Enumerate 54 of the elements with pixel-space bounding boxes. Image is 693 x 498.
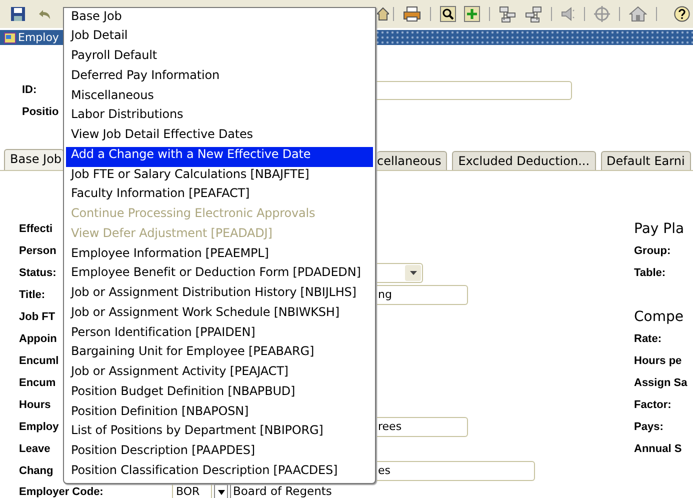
field-label: Assign Sa xyxy=(634,377,688,389)
menu-item[interactable]: Labor Distributions xyxy=(66,107,373,127)
field-label: Employ xyxy=(19,421,59,433)
menu-item[interactable]: Job Detail xyxy=(66,28,373,48)
field-label: Pays: xyxy=(634,421,664,433)
menu-item[interactable]: Job or Assignment Activity [PEAJACT] xyxy=(66,364,373,384)
field-label: Chang xyxy=(19,465,54,477)
field-label: Group: xyxy=(634,245,671,257)
field-label: Effecti xyxy=(19,223,53,235)
menu-item[interactable]: Bargaining Unit for Employee [PEABARG] xyxy=(66,344,373,364)
menu-item[interactable]: Position Definition [NBAPOSN] xyxy=(66,404,373,424)
menu-item[interactable]: Deferred Pay Information xyxy=(66,68,373,88)
field-label: Annual S xyxy=(634,443,682,455)
input-field[interactable]: ng xyxy=(377,285,468,305)
section-heading: Pay Pla xyxy=(634,221,684,237)
section-heading: Compe xyxy=(634,309,684,325)
menu-item[interactable]: Add a Change with a New Effective Date xyxy=(66,146,373,166)
menu-item[interactable]: View Job Detail Effective Dates xyxy=(66,127,373,147)
menu-item[interactable]: Job or Assignment Work Schedule [NBIWKSH] xyxy=(66,304,373,324)
menu-item[interactable]: Position Classification Description [PAACDES] xyxy=(66,462,373,482)
input-field[interactable]: es xyxy=(377,461,535,481)
menu-item[interactable]: Employee Information [PEAEMPL] xyxy=(66,246,373,266)
menu-item[interactable]: Miscellaneous xyxy=(66,88,373,108)
menu-item[interactable]: Job FTE or Salary Calculations [NBAJFTE] xyxy=(66,166,373,186)
field-label: Appoin xyxy=(19,333,57,345)
field-label: Title: xyxy=(19,289,46,301)
field-label: Employer Code: xyxy=(19,486,104,498)
tab[interactable]: Excluded Deduction... xyxy=(452,151,596,170)
tab[interactable]: cellaneous xyxy=(377,151,448,170)
field-label: Job FT xyxy=(19,311,56,323)
field-label: Person xyxy=(19,245,56,257)
field-label: Hours xyxy=(19,399,51,411)
menu-item[interactable]: Employee Benefit or Deduction Form [PDADEDN] xyxy=(66,265,373,285)
field-label: ID: xyxy=(22,84,37,96)
menu-item[interactable]: List of Positions by Department [NBIPORG] xyxy=(66,423,373,443)
field-label: Leave xyxy=(19,443,50,455)
menu-item[interactable]: Job or Assignment Distribution History [NBIJLHS] xyxy=(66,285,373,305)
menu-item[interactable]: Position Budget Definition [NBAPBUD] xyxy=(66,384,373,404)
menu-item[interactable]: Faculty Information [PEAFACT] xyxy=(66,186,373,206)
field-label: Status: xyxy=(19,267,56,279)
field-label: Rate: xyxy=(634,333,662,345)
tab[interactable]: Default Earni xyxy=(600,151,691,170)
menu-item[interactable]: Payroll Default xyxy=(66,48,373,68)
field-label: Positio xyxy=(22,106,59,118)
field-label: Encum xyxy=(19,377,56,389)
field-label: Factor: xyxy=(634,399,672,411)
menu-item[interactable]: Person Identification [PPAIDEN] xyxy=(66,324,373,344)
input-field[interactable]: rees xyxy=(377,417,468,437)
field-label: Encuml xyxy=(19,355,59,367)
tab[interactable]: Base Job xyxy=(4,149,64,170)
menu-item[interactable]: Position Description [PAAPDES] xyxy=(66,443,373,463)
window-title: Employ xyxy=(18,31,59,44)
field-label: Hours pe xyxy=(634,355,682,367)
field-label: Table: xyxy=(634,267,666,279)
